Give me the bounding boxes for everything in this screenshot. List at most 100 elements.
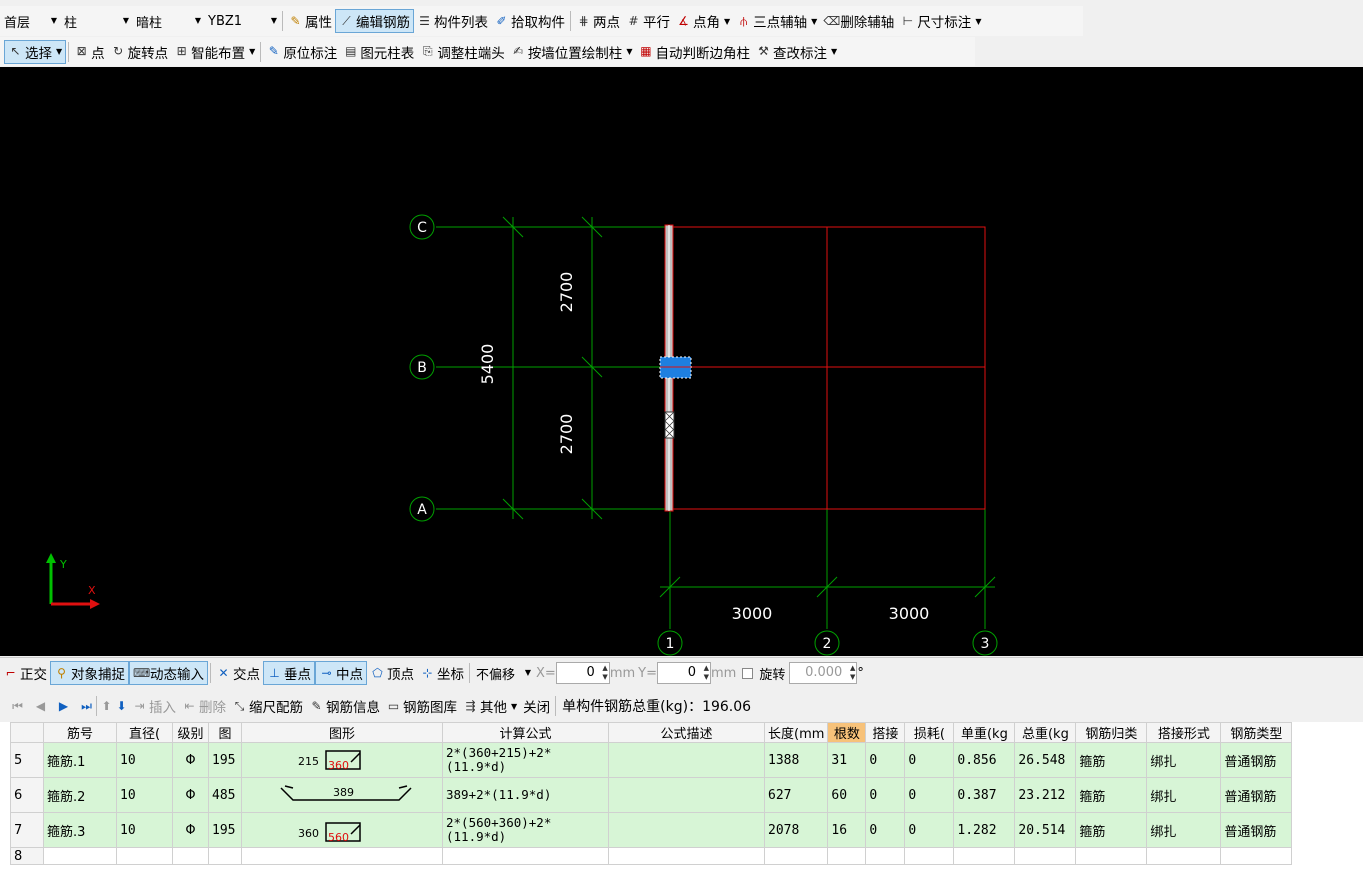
last-record-icon[interactable]: ⏭ [79,699,94,714]
dynamic-input-button[interactable]: ⌨ 动态输入 [129,661,208,685]
rotate-checkbox[interactable] [742,667,754,679]
perpendicular-button[interactable]: ⊥ 垂点 [263,661,315,685]
three-point-axis-button[interactable]: ⫛ 三点辅轴 ▼ [733,9,820,33]
cell-rebar-type[interactable]: 普通钢筋 [1220,742,1293,778]
cell-formula[interactable]: 2*(360+215)+2*(11.9*d) [442,742,609,778]
table-row[interactable]: 5 箍筋.1 10 Φ 195 215 360 2*(360+215)+2*(1… [10,742,1293,778]
cell-loss[interactable]: 0 [904,742,955,778]
ortho-button[interactable]: ⌐ 正交 [0,661,50,685]
col-header[interactable]: 钢筋类型 [1220,722,1293,743]
cell-desc[interactable] [608,742,765,778]
col-header[interactable]: 图形 [241,722,443,743]
move-up-icon[interactable]: ⬆ [99,699,114,714]
row-number[interactable]: 8 [10,847,44,865]
cell-diameter[interactable]: 10 [116,742,173,778]
col-header[interactable]: 公式描述 [608,722,765,743]
cell-total-weight[interactable]: 26.548 [1014,742,1077,778]
cell-diameter[interactable]: 10 [116,777,173,813]
cell-count[interactable]: 16 [827,812,867,848]
cell-unit-weight[interactable]: 1.282 [953,812,1016,848]
point-angle-button[interactable]: ∡ 点角 ▼ [673,9,733,33]
delete-button[interactable]: ⇤ 删除 [179,694,229,718]
other-button[interactable]: ⇶ 其他 ▼ [460,694,520,718]
point-button[interactable]: ⊠ 点 [71,40,108,64]
col-header[interactable]: 根数 [827,722,867,743]
cell-name[interactable]: 箍筋.1 [43,742,117,778]
delete-axis-button[interactable]: ⌫ 删除辅轴 [820,9,897,33]
select-button[interactable]: ↖ 选择 ▼ [4,39,67,64]
cell-class[interactable]: 箍筋 [1075,742,1148,778]
cell-formula[interactable]: 2*(560+360)+2*(11.9*d) [442,812,609,848]
close-button[interactable]: 关闭 [520,694,553,718]
midpoint-button[interactable]: ⊸ 中点 [315,661,367,685]
cell-figure[interactable]: 195 [208,742,242,778]
cell-length[interactable]: 627 [763,777,829,813]
cell-loss[interactable]: 0 [904,777,955,813]
cell-lap[interactable]: 0 [865,742,906,778]
cell-count[interactable]: 60 [827,777,867,813]
col-header[interactable]: 搭接 [865,722,906,743]
scale-rebar-button[interactable]: ⤡ 缩尺配筋 [229,694,306,718]
col-header[interactable]: 筋号 [43,722,117,743]
cell-diameter[interactable]: 10 [116,812,173,848]
cell-total-weight[interactable]: 23.212 [1014,777,1077,813]
cell-shape[interactable]: 389 [241,777,443,813]
first-record-icon[interactable]: ⏮ [10,699,25,714]
cell-name[interactable]: 箍筋.3 [43,812,117,848]
x-input[interactable]: 0 ▲ ▼ [555,662,610,684]
col-header[interactable]: 搭接形式 [1146,722,1222,743]
vertex-button[interactable]: ⬠ 顶点 [367,661,417,685]
cell-length[interactable]: 1388 [763,742,829,778]
col-header[interactable]: 单重(kg [953,722,1016,743]
draw-by-wall-button[interactable]: ✍ 按墙位置绘制柱 ▼ [508,40,636,64]
object-snap-button[interactable]: ⚲ 对象捕捉 [50,661,129,685]
cell-rebar-type[interactable]: 普通钢筋 [1220,812,1293,848]
cell-figure[interactable]: 195 [208,812,242,848]
table-row[interactable]: 6 箍筋.2 10 Φ 485 389 389+2*(11.9*d) 627 6… [10,777,1293,813]
properties-button[interactable]: ✎ 属性 [285,9,335,33]
cell-lap-form[interactable]: 绑扎 [1146,742,1222,778]
cell-rebar-type[interactable]: 普通钢筋 [1220,777,1293,813]
insert-button[interactable]: ⇥ 插入 [129,694,179,718]
row-number[interactable]: 6 [10,777,44,813]
cell-lap-form[interactable]: 绑扎 [1146,777,1222,813]
cell-lap-form[interactable]: 绑扎 [1146,812,1222,848]
intersection-button[interactable]: ✕ 交点 [213,661,263,685]
cell-grade[interactable]: Φ [172,777,209,813]
rotate-input[interactable]: 0.000 ▲ ▼ [789,662,858,684]
check-label-button[interactable]: ⚒ 查改标注 ▼ [753,40,840,64]
row-number[interactable]: 7 [10,812,44,848]
cell-lap[interactable]: 0 [865,777,906,813]
floor-select[interactable]: 首层 ▼ [0,9,60,33]
type-select[interactable]: 暗柱 ▼ [132,9,204,33]
auto-corner-column-button[interactable]: ▦ 自动判断边角柱 [635,40,753,64]
cell-class[interactable]: 箍筋 [1075,812,1148,848]
cell-loss[interactable]: 0 [904,812,955,848]
dimension-button[interactable]: ⊢ 尺寸标注 ▼ [897,9,984,33]
cell-unit-weight[interactable]: 0.387 [953,777,1016,813]
table-row-empty[interactable]: 8 [10,847,1293,865]
cell-name[interactable]: 箍筋.2 [43,777,117,813]
coordinate-button[interactable]: ⊹ 坐标 [417,661,467,685]
y-input[interactable]: 0 ▲ ▼ [656,662,711,684]
member-select[interactable]: YBZ1 ▼ [204,9,280,33]
cell-figure[interactable]: 485 [208,777,242,813]
move-down-icon[interactable]: ⬇ [114,699,129,714]
cell-class[interactable]: 箍筋 [1075,777,1148,813]
cell-shape[interactable]: 360 560 [241,812,443,848]
cell-length[interactable]: 2078 [763,812,829,848]
col-header[interactable]: 长度(mm [763,722,829,743]
in-place-label-button[interactable]: ✎ 原位标注 [263,40,340,64]
col-header[interactable]: 图 [208,722,242,743]
smart-layout-button[interactable]: ⊞ 智能布置 ▼ [171,40,258,64]
adjust-column-end-button[interactable]: ⎘ 调整柱端头 [417,40,508,64]
col-header[interactable]: 总重(kg [1014,722,1077,743]
parallel-button[interactable]: # 平行 [623,9,673,33]
table-row[interactable]: 7 箍筋.3 10 Φ 195 360 560 2*(560+360)+2*(1… [10,812,1293,848]
rotate-point-button[interactable]: ↻ 旋转点 [108,40,172,64]
rebar-info-button[interactable]: ✎ 钢筋信息 [306,694,383,718]
row-number[interactable]: 5 [10,742,44,778]
rebar-library-button[interactable]: ▭ 钢筋图库 [383,694,460,718]
drawing-canvas[interactable]: C B A 1 2 3 2700 2700 5400 3000 3000 Y X [0,67,1363,656]
column-table-button[interactable]: ▤ 图元柱表 [340,40,417,64]
